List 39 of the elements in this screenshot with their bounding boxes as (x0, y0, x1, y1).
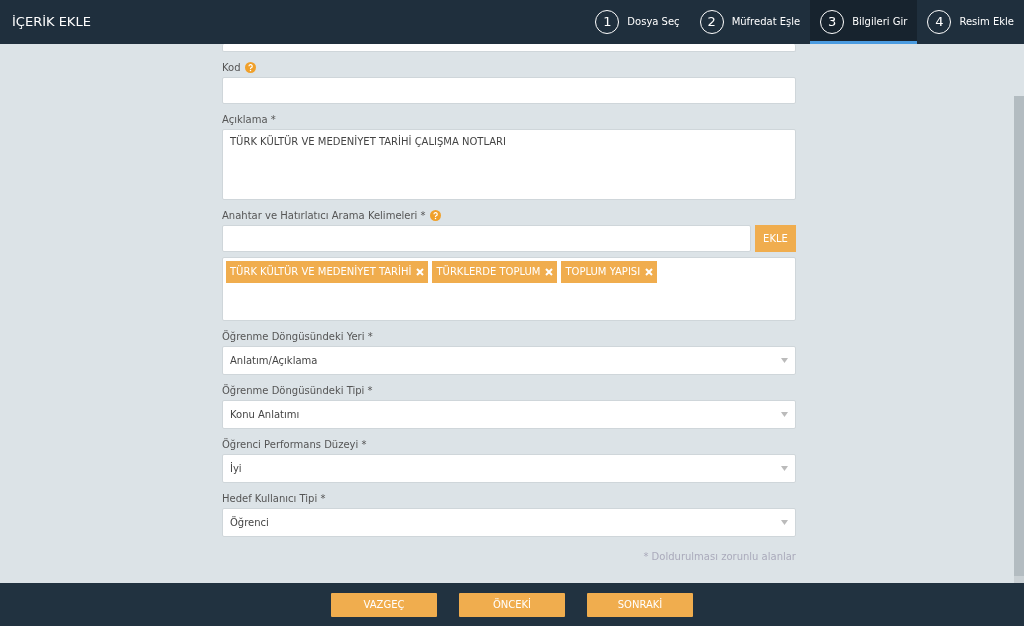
window-title: İÇERİK EKLE (11, 14, 92, 30)
select-value: Öğrenci (230, 516, 269, 529)
caret-icon (781, 520, 788, 525)
caret-icon (781, 412, 788, 417)
select-field[interactable]: Anlatım/Açıklama (222, 346, 796, 375)
step-label: Resim Ekle (959, 16, 1014, 28)
remove-icon[interactable] (416, 268, 425, 276)
field-label: Kod (222, 61, 241, 74)
step-tab[interactable]: 2 Müfredat Eşle (689, 0, 811, 44)
select-value: Anlatım/Açıklama (230, 354, 318, 367)
step-label: Bilgileri Gir (852, 16, 908, 28)
step-tab[interactable]: 3 Bilgileri Gir (810, 0, 918, 44)
step-tab[interactable]: 4 Resim Ekle (917, 0, 1024, 44)
remove-icon[interactable] (645, 268, 654, 276)
step-label: Dosya Seç (627, 16, 680, 28)
field-label: Öğrenme Döngüsündeki Yeri * (222, 330, 373, 343)
select-field[interactable]: Konu Anlatımı (222, 400, 796, 429)
tag-text: TOPLUM YAPISI (565, 266, 641, 278)
field-label: Hedef Kullanıcı Tipi * (222, 492, 326, 505)
caret-icon (781, 358, 788, 363)
remove-icon[interactable] (545, 268, 554, 276)
help-icon[interactable] (429, 210, 441, 221)
field-label: Öğrenme Döngüsündeki Tipi * (222, 384, 373, 397)
select-value: Konu Anlatımı (230, 408, 300, 421)
caret-icon (781, 466, 788, 471)
select-field[interactable]: Öğrenci (222, 508, 796, 537)
step-tab[interactable]: 1 Dosya Seç (585, 0, 690, 44)
select-field[interactable]: İyi (222, 454, 796, 483)
select-value: İyi (230, 462, 242, 475)
keyword-input[interactable] (222, 225, 751, 252)
tag-text: TÜRK KÜLTÜR VE MEDENİYET TARİHİ (230, 266, 412, 278)
tag-text: TÜRKLERDE TOPLUM (436, 266, 541, 278)
scrollbar[interactable] (1014, 96, 1024, 583)
field-label: Açıklama * (222, 113, 276, 126)
help-icon[interactable] (244, 62, 256, 73)
step-label: Müfredat Eşle (731, 16, 801, 28)
field-label: Öğrenci Performans Düzeyi * (222, 438, 367, 451)
field-label: Anahtar ve Hatırlatıcı Arama Kelimeleri * (222, 209, 426, 222)
textarea-field[interactable]: TÜRK KÜLTÜR VE MEDENİYET TARİHİ ÇALIŞMA NOTLARI (222, 129, 796, 200)
